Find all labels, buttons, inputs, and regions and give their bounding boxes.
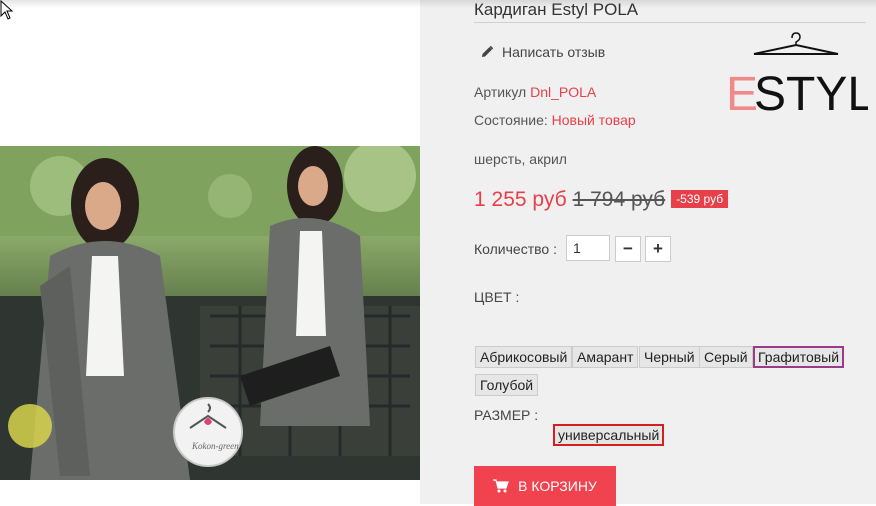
size-option-universal[interactable]: универсальный: [553, 424, 665, 446]
color-option-apricot[interactable]: Абрикосовый: [475, 346, 573, 368]
condition-label: Состояние:: [474, 112, 548, 128]
write-review-label: Написать отзыв: [502, 44, 606, 60]
svg-text:Kokon-green: Kokon-green: [191, 441, 239, 451]
sku-label: Артикул: [474, 84, 527, 100]
sku-row: Артикул Dnl_POLA: [474, 84, 596, 100]
svg-text:STYL: STYL: [754, 68, 868, 112]
material-text: шерсть, акрил: [474, 151, 567, 167]
color-option-amaranth[interactable]: Амарант: [572, 346, 639, 368]
product-photo[interactable]: Kokon-green: [0, 146, 420, 480]
quantity-input[interactable]: [566, 235, 610, 261]
minus-icon: −: [623, 239, 633, 258]
sku-value: Dnl_POLA: [530, 84, 597, 100]
shopping-cart-icon: [493, 479, 509, 493]
brand-logo: E STYL: [726, 32, 868, 112]
product-gallery: Kokon-green: [0, 0, 420, 504]
product-photo-illustration: Kokon-green: [0, 146, 420, 480]
current-price: 1 255 руб: [474, 188, 567, 211]
quantity-increase-button[interactable]: +: [645, 236, 671, 262]
old-price: 1 794 руб: [572, 188, 666, 211]
quantity-label: Количество :: [474, 241, 557, 257]
quantity-decrease-button[interactable]: −: [615, 236, 641, 262]
add-to-cart-label: В КОРЗИНУ: [518, 478, 597, 494]
color-option-gray[interactable]: Серый: [699, 346, 753, 368]
product-title: Кардиган Estyl POLA: [474, 0, 639, 19]
plus-icon: +: [653, 239, 663, 258]
write-review-link[interactable]: Написать отзыв: [480, 44, 605, 60]
pencil-icon: [482, 45, 494, 57]
color-option-light-blue[interactable]: Голубой: [475, 374, 539, 396]
discount-badge: -539 руб: [671, 190, 729, 208]
color-label: ЦВЕТ :: [474, 289, 520, 305]
condition-row: Состояние: Новый товар: [474, 112, 636, 128]
header-shadow: [0, 0, 876, 8]
color-option-graphite[interactable]: Графитовый: [753, 346, 845, 368]
add-to-cart-button[interactable]: В КОРЗИНУ: [474, 466, 616, 506]
mouse-cursor-icon: [0, 0, 14, 20]
title-divider: [474, 22, 866, 23]
color-option-black[interactable]: Черный: [639, 346, 700, 368]
condition-value: Новый товар: [551, 112, 636, 128]
price-row: 1 255 руб 1 794 руб -539 руб: [474, 188, 729, 212]
size-label: РАЗМЕР :: [474, 407, 539, 423]
